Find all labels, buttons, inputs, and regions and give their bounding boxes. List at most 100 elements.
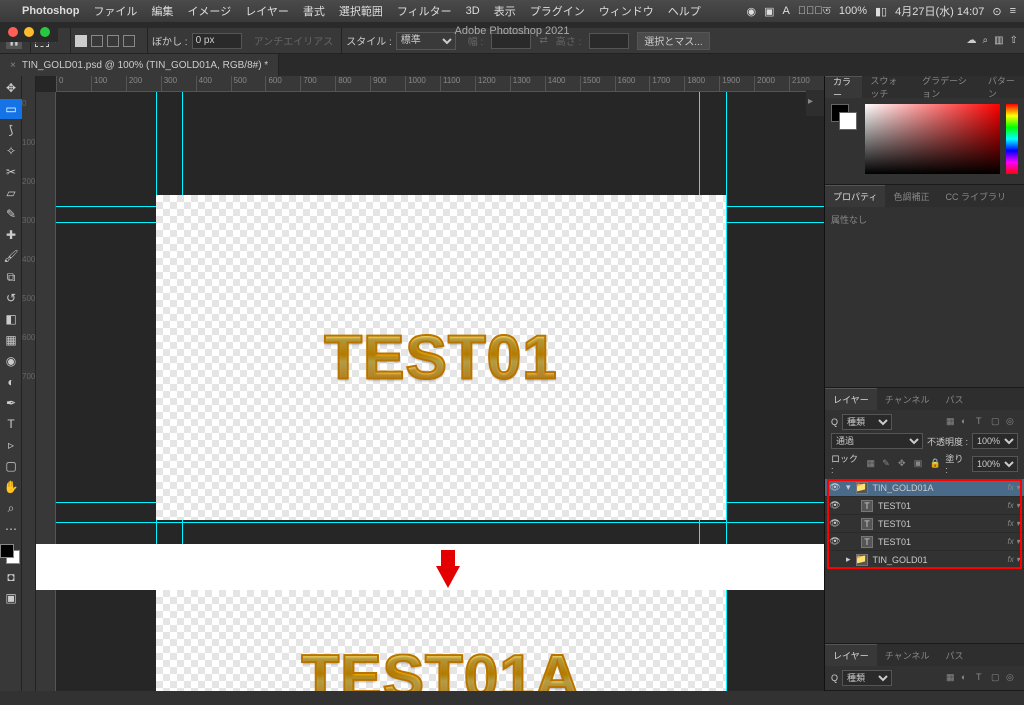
sel-add-icon[interactable] — [91, 35, 103, 47]
tab-layers[interactable]: レイヤー — [825, 388, 877, 410]
share-icon[interactable]: ⇧ — [1010, 35, 1018, 46]
tab-paths-2[interactable]: パス — [937, 644, 971, 666]
filter-smart-icon[interactable]: ◎ — [1006, 416, 1018, 428]
sel-int-icon[interactable] — [123, 35, 135, 47]
menu-plugin[interactable]: プラグイン — [530, 3, 585, 19]
frame-tool[interactable]: ▱ — [0, 183, 22, 203]
filter-shape-icon[interactable]: ▢ — [991, 416, 1003, 428]
shape-tool[interactable]: ▢ — [0, 456, 22, 476]
opacity-select[interactable]: 100% — [972, 433, 1018, 449]
pen-tool[interactable]: ✒ — [0, 393, 22, 413]
guide[interactable] — [56, 522, 824, 523]
blend-mode-select[interactable]: 通過 — [831, 433, 923, 449]
color-swatches[interactable] — [0, 544, 22, 566]
fg-bg-swatch[interactable] — [831, 104, 859, 178]
dodge-tool[interactable]: ◐ — [0, 372, 22, 392]
filter-pixel-icon[interactable]: ▦ — [946, 672, 958, 684]
hue-slider[interactable] — [1006, 104, 1018, 174]
lasso-tool[interactable]: ⟆ — [0, 120, 22, 140]
tab-patterns[interactable]: パターン — [980, 76, 1024, 98]
tab-swatches[interactable]: スウォッチ — [862, 76, 914, 98]
edit-toolbar[interactable]: ⋯ — [0, 519, 22, 539]
lock-artb-icon[interactable]: ▣ — [914, 458, 926, 470]
status-control-center-icon[interactable]: ≡ — [1010, 5, 1016, 17]
menu-layer[interactable]: レイヤー — [245, 3, 289, 19]
tab-channels[interactable]: チャンネル — [877, 388, 938, 410]
marquee-tool[interactable]: ▭ — [0, 99, 22, 119]
menu-type[interactable]: 書式 — [303, 3, 325, 19]
eyedropper-tool[interactable]: ✎ — [0, 204, 22, 224]
filter-shape-icon[interactable]: ▢ — [991, 672, 1003, 684]
status-spotlight-icon[interactable]: ⊙ — [992, 5, 1001, 18]
tab-paths[interactable]: パス — [937, 388, 971, 410]
tab-properties[interactable]: プロパティ — [825, 185, 885, 207]
layer-filter-select-2[interactable]: 種類 — [842, 670, 892, 686]
move-tool[interactable]: ✥ — [0, 78, 22, 98]
document-tab[interactable]: × TIN_GOLD01.psd @ 100% (TIN_GOLD01A, RG… — [0, 54, 279, 76]
tab-adjustments[interactable]: 色調補正 — [885, 185, 937, 207]
gradient-tool[interactable]: ▦ — [0, 330, 22, 350]
filter-adjust-icon[interactable]: ◐ — [961, 672, 973, 684]
type-tool[interactable]: T — [0, 414, 22, 434]
status-datetime[interactable]: 4月27日(水) 14:07 — [895, 3, 984, 19]
hand-tool[interactable]: ✋ — [0, 477, 22, 497]
canvas-area[interactable]: 0100200300400500600700800900100011001200… — [36, 76, 824, 691]
feather-input[interactable] — [192, 33, 242, 49]
workspace-icon[interactable]: ▥ — [994, 35, 1003, 46]
tab-channels-2[interactable]: チャンネル — [877, 644, 938, 666]
eraser-tool[interactable]: ◧ — [0, 309, 22, 329]
screenmode-toggle[interactable]: ▣ — [0, 588, 22, 608]
status-ime-icon[interactable]: A — [782, 5, 789, 17]
crop-tool[interactable]: ✂ — [0, 162, 22, 182]
quickmask-toggle[interactable]: ◘ — [0, 567, 22, 587]
window-close-button[interactable] — [8, 27, 18, 37]
menu-3d[interactable]: 3D — [466, 5, 480, 17]
menu-image[interactable]: イメージ — [187, 3, 231, 19]
tab-gradients[interactable]: グラデーション — [914, 76, 980, 98]
dock-icon[interactable]: ▸ — [808, 96, 822, 110]
ruler-vertical[interactable] — [36, 92, 56, 691]
sel-new-icon[interactable] — [75, 35, 87, 47]
history-brush-tool[interactable]: ↺ — [0, 288, 22, 308]
menu-select[interactable]: 選択範囲 — [339, 3, 383, 19]
filter-adjust-icon[interactable]: ◐ — [961, 416, 973, 428]
style-select[interactable]: 標準 — [396, 32, 456, 50]
blur-tool[interactable]: ◉ — [0, 351, 22, 371]
sel-sub-icon[interactable] — [107, 35, 119, 47]
wand-tool[interactable]: ✧ — [0, 141, 22, 161]
stamp-tool[interactable]: ⧉ — [0, 267, 22, 287]
tab-color[interactable]: カラー — [825, 76, 862, 98]
menu-help[interactable]: ヘルプ — [668, 3, 701, 19]
menu-view[interactable]: 表示 — [494, 3, 516, 19]
tab-libraries[interactable]: CC ライブラリ — [937, 185, 1014, 207]
filter-type-icon[interactable]: T — [976, 672, 988, 684]
filter-pixel-icon[interactable]: ▦ — [946, 416, 958, 428]
ruler-horizontal[interactable]: 0100200300400500600700800900100011001200… — [56, 76, 824, 92]
filter-smart-icon[interactable]: ◎ — [1006, 672, 1018, 684]
guide[interactable] — [726, 92, 727, 691]
layer-filter-select[interactable]: 種類 — [842, 414, 892, 430]
heal-tool[interactable]: ✚ — [0, 225, 22, 245]
select-and-mask-button[interactable]: 選択とマス... — [637, 32, 709, 50]
lock-trans-icon[interactable]: ▦ — [866, 458, 878, 470]
fill-select[interactable]: 100% — [972, 456, 1018, 472]
lock-paint-icon[interactable]: ✎ — [882, 458, 894, 470]
tab-layers-2[interactable]: レイヤー — [825, 644, 877, 666]
cloud-icon[interactable]: ☁ — [967, 35, 977, 46]
collapsed-panel-dock[interactable]: ▸ — [806, 90, 824, 116]
color-field[interactable] — [865, 104, 1000, 174]
window-minimize-button[interactable] — [24, 27, 34, 37]
menu-file[interactable]: ファイル — [93, 3, 137, 19]
search-icon[interactable]: ⌕ — [983, 35, 989, 46]
app-name[interactable]: Photoshop — [22, 5, 79, 17]
path-tool[interactable]: ▹ — [0, 435, 22, 455]
close-tab-icon[interactable]: × — [10, 60, 16, 71]
brush-tool[interactable]: 🖌 — [0, 246, 22, 266]
filter-type-icon[interactable]: T — [976, 416, 988, 428]
lock-pos-icon[interactable]: ✥ — [898, 458, 910, 470]
lock-all-icon[interactable]: 🔒 — [930, 458, 942, 470]
menu-window[interactable]: ウィンドウ — [599, 3, 654, 19]
menu-edit[interactable]: 編集 — [151, 3, 173, 19]
window-zoom-button[interactable] — [40, 27, 50, 37]
menu-filter[interactable]: フィルター — [397, 3, 452, 19]
